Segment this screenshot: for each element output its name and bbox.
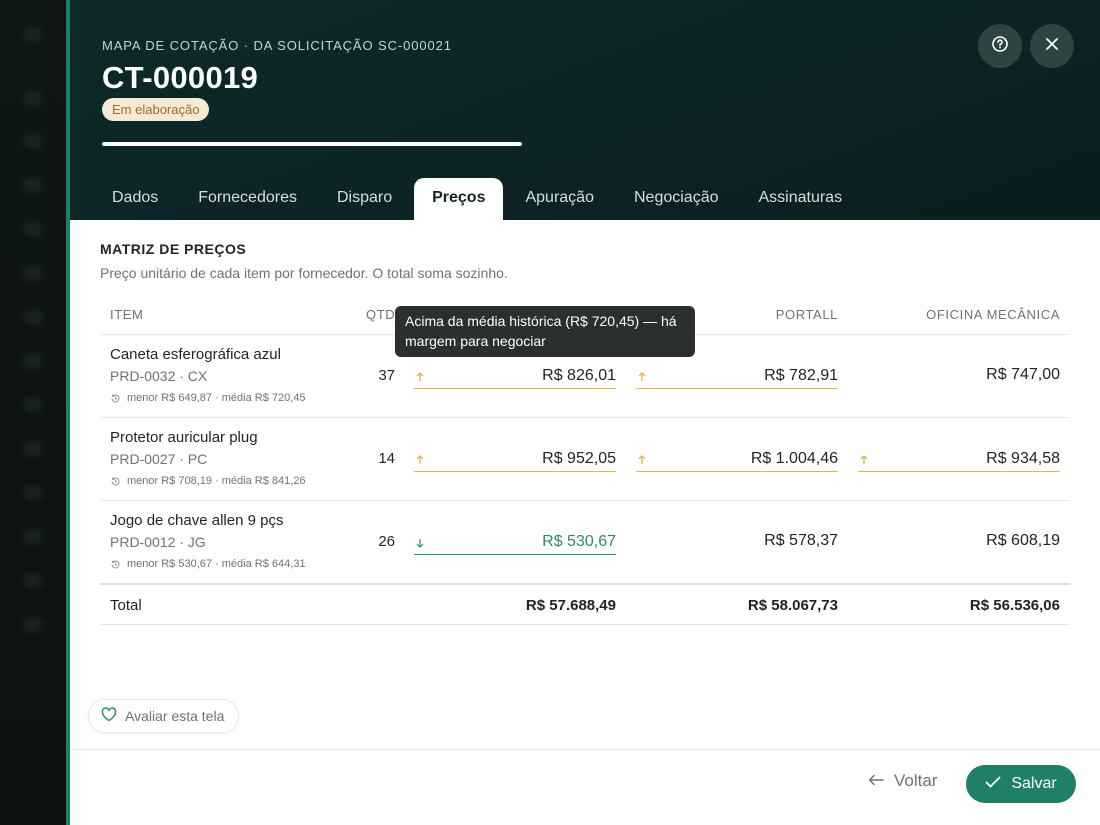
tab-negociacao[interactable]: Negociação [616, 178, 737, 220]
price-value: R$ 952,05 [542, 449, 616, 467]
price-input[interactable]: R$ 826,01 [414, 363, 616, 389]
back-button[interactable]: Voltar [868, 771, 937, 791]
row-divider [100, 500, 1070, 501]
background-sidebar [0, 0, 68, 825]
modal-header: MAPA DE COTAÇÃO · DA SOLICITAÇÃO SC-0000… [70, 0, 1100, 220]
row-divider [100, 417, 1070, 418]
item-qty: 26 [378, 533, 395, 550]
price-input[interactable]: R$ 934,58 [858, 446, 1060, 472]
column-header-item: ITEM [110, 307, 144, 322]
tab-disparo[interactable]: Disparo [319, 178, 410, 220]
item-history: menor R$ 708,19 · média R$ 841,26 [110, 475, 306, 487]
arrow-up-icon [636, 453, 648, 465]
price-value: R$ 782,91 [764, 366, 838, 384]
header-eyebrow: MAPA DE COTAÇÃO · DA SOLICITAÇÃO SC-0000… [102, 38, 452, 53]
price-value: R$ 1.004,46 [750, 449, 838, 467]
save-label: Salvar [1011, 775, 1057, 792]
table-bottom-divider [100, 624, 1070, 625]
status-badge: Em elaboração [102, 98, 210, 121]
progress-bar [102, 142, 522, 146]
save-button[interactable]: Salvar [966, 765, 1076, 803]
history-text: menor R$ 530,67 · média R$ 644,31 [127, 558, 306, 570]
close-icon [1045, 37, 1059, 56]
item-code: PRD-0027 · PC [110, 451, 208, 467]
arrow-left-icon [868, 771, 884, 791]
check-icon [985, 775, 1001, 793]
page-title: CT-000019 [102, 60, 259, 95]
item-history: menor R$ 530,67 · média R$ 644,31 [110, 558, 306, 570]
price-value[interactable]: R$ 747,00 [858, 366, 1060, 384]
back-label: Voltar [894, 771, 938, 790]
tab-assinaturas[interactable]: Assinaturas [740, 178, 860, 220]
rate-screen-button[interactable]: Avaliar esta tela [88, 699, 240, 733]
help-button[interactable] [978, 24, 1022, 68]
close-button[interactable] [1030, 24, 1074, 68]
price-value: R$ 826,01 [542, 366, 616, 384]
section-subtitle: Preço unitário de cada item por forneced… [100, 265, 508, 281]
column-header-qty: QTD [366, 307, 396, 322]
item-code: PRD-0012 · JG [110, 534, 206, 550]
history-text: menor R$ 708,19 · média R$ 841,26 [127, 475, 306, 487]
history-icon [110, 476, 121, 487]
heart-icon [101, 707, 117, 725]
arrow-up-icon [858, 453, 870, 465]
tab-bar: Dados Fornecedores Disparo Preços Apuraç… [94, 178, 864, 220]
item-name: Caneta esferográfica azul [110, 346, 281, 363]
item-qty: 14 [378, 450, 395, 467]
total-label: Total [110, 597, 142, 614]
price-value[interactable]: R$ 578,37 [636, 532, 838, 550]
item-qty: 37 [378, 367, 395, 384]
history-icon [110, 393, 121, 404]
section-title: MATRIZ DE PREÇOS [100, 241, 247, 257]
total-divider [100, 583, 1070, 585]
price-value: R$ 530,67 [542, 532, 616, 550]
history-text: menor R$ 649,87 · média R$ 720,45 [127, 392, 306, 404]
price-input[interactable]: R$ 530,67 [414, 529, 616, 555]
arrow-down-icon [414, 536, 426, 548]
column-header-oficina-mecanica: OFICINA MECÂNICA [926, 307, 1060, 322]
item-name: Protetor auricular plug [110, 429, 258, 446]
price-input[interactable]: R$ 782,91 [636, 363, 838, 389]
price-input[interactable]: R$ 952,05 [414, 446, 616, 472]
question-circle-icon [991, 35, 1009, 58]
tab-dados[interactable]: Dados [94, 178, 176, 220]
rate-screen-label: Avaliar esta tela [125, 708, 225, 724]
arrow-up-icon [414, 370, 426, 382]
item-history: menor R$ 649,87 · média R$ 720,45 [110, 392, 306, 404]
footer-divider [70, 749, 1100, 750]
price-value[interactable]: R$ 608,19 [858, 532, 1060, 550]
item-name: Jogo de chave allen 9 pçs [110, 512, 284, 529]
total-supplier-1: R$ 57.688,49 [525, 597, 616, 614]
tab-apuracao[interactable]: Apuração [507, 178, 612, 220]
history-icon [110, 559, 121, 570]
arrow-up-icon [414, 453, 426, 465]
arrow-up-icon [636, 370, 648, 382]
total-oficina-mecanica: R$ 56.536,06 [969, 597, 1060, 614]
tab-fornecedores[interactable]: Fornecedores [180, 178, 315, 220]
quotation-modal: MAPA DE COTAÇÃO · DA SOLICITAÇÃO SC-0000… [70, 0, 1100, 825]
tab-precos[interactable]: Preços [414, 178, 504, 220]
total-portall: R$ 58.067,73 [747, 597, 838, 614]
price-tooltip: Acima da média histórica (R$ 720,45) — h… [395, 306, 695, 357]
price-input[interactable]: R$ 1.004,46 [636, 446, 838, 472]
item-code: PRD-0032 · CX [110, 368, 208, 384]
price-value: R$ 934,58 [986, 449, 1060, 467]
